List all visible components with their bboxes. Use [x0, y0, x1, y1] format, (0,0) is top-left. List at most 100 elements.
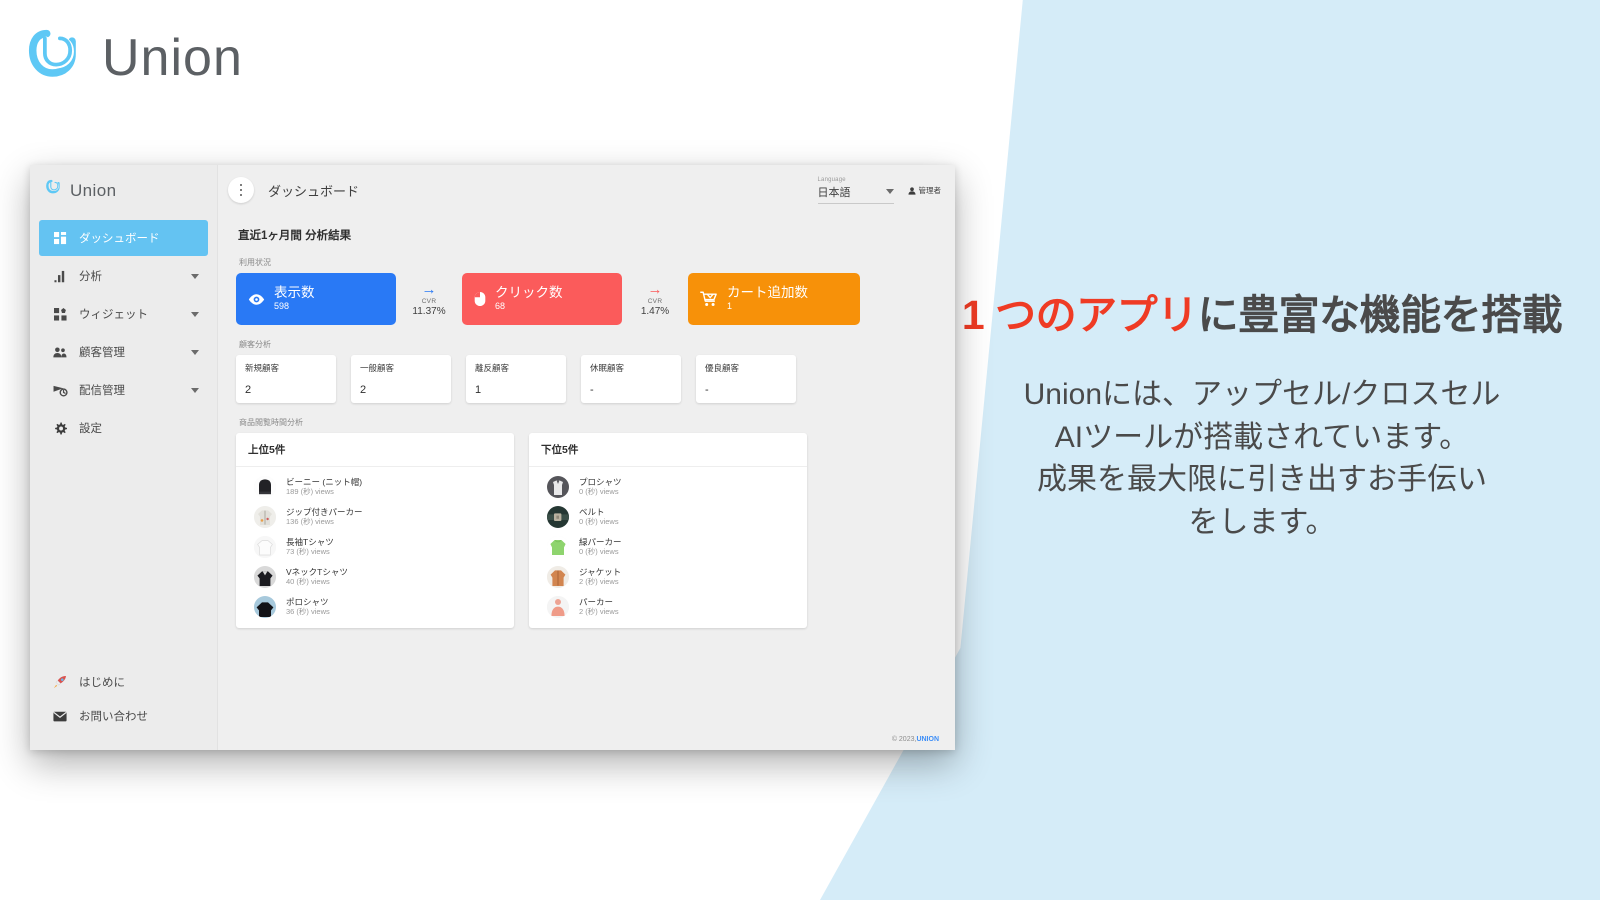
sidebar-item-label: ダッシュボード: [79, 233, 160, 245]
customer-card[interactable]: 優良顧客 -: [696, 355, 796, 403]
chevron-down-icon[interactable]: [885, 189, 894, 194]
list-item[interactable]: パーカー 2 (秒) views: [529, 592, 807, 622]
list-item[interactable]: ポロシャツ 36 (秒) views: [236, 592, 514, 622]
customer-card-value: 2: [245, 384, 252, 396]
chevron-down-icon[interactable]: [191, 387, 199, 393]
cvr-label: CVR: [647, 297, 663, 305]
user-menu[interactable]: 管理者: [907, 182, 941, 200]
product-name: ジャケット: [579, 566, 622, 577]
product-thumbnail: [547, 566, 569, 588]
list-item[interactable]: ジップ付きパーカー 136 (秒) views: [236, 502, 514, 532]
person-icon: [907, 182, 916, 200]
list-item[interactable]: プロシャツ 0 (秒) views: [529, 472, 807, 502]
copyright-text: © 2023,: [891, 735, 917, 743]
promo-headline: 1 つのアプリに豊富な機能を搭載: [952, 290, 1572, 340]
kpi-value: 598: [274, 300, 290, 311]
kpi-card-clicks[interactable]: クリック数 68: [462, 273, 622, 325]
list-item[interactable]: ビーニー (ニット帽) 189 (秒) views: [236, 472, 514, 502]
kebab-dot: [239, 188, 243, 192]
analysis-section-title: 直近1ヶ月間 分析結果: [238, 230, 352, 242]
page-title: ダッシュボード: [268, 183, 360, 199]
cvr-value: 11.37%: [412, 305, 446, 317]
sidebar-item-settings[interactable]: 設定: [39, 410, 208, 446]
language-select-control[interactable]: 日本語: [817, 184, 894, 204]
list-item[interactable]: ジャケット 2 (秒) views: [529, 562, 807, 592]
product-thumbnail: [547, 596, 569, 618]
product-info: プロシャツ 0 (秒) views: [579, 477, 622, 497]
sidebar-brand: Union: [30, 165, 217, 214]
sidebar-item-label: 配信管理: [79, 385, 125, 397]
customer-card-value: -: [590, 384, 594, 396]
people-icon: [47, 346, 73, 359]
kebab-menu-icon[interactable]: [228, 177, 254, 203]
sidebar-item-contact[interactable]: お問い合わせ: [39, 700, 208, 732]
customer-card-label: 休眠顧客: [590, 363, 625, 373]
product-panel-bottom5: 下位5件 プロシャツ 0 (秒) views ベルト 0 (秒) views 緑…: [529, 433, 807, 628]
product-panel-top5: 上位5件 ビーニー (ニット帽) 189 (秒) views ジップ付きパーカー…: [236, 433, 514, 628]
chevron-down-icon[interactable]: [191, 311, 199, 317]
language-selector[interactable]: Language 日本語: [817, 177, 894, 204]
list-item[interactable]: VネックTシャツ 40 (秒) views: [236, 562, 514, 592]
list-item[interactable]: ベルト 0 (秒) views: [529, 502, 807, 532]
customer-card[interactable]: 離反顧客 1: [466, 355, 566, 403]
product-info: ポロシャツ 36 (秒) views: [286, 597, 330, 617]
sidebar-item-dashboard[interactable]: ダッシュボード: [39, 220, 208, 256]
chevron-down-icon[interactable]: [191, 273, 199, 279]
list-item[interactable]: 長袖Tシャツ 73 (秒) views: [236, 532, 514, 562]
kpi-text: 表示数 598: [274, 285, 315, 312]
promo-headline-rest: に豊富な機能を搭載: [1197, 292, 1563, 338]
kpi-row: 表示数 598 → CVR 11.37% クリック数 68 → CVR 1.47…: [236, 273, 937, 325]
customer-card[interactable]: 休眠顧客 -: [581, 355, 681, 403]
promo-block: 1 つのアプリに豊富な機能を搭載 Unionには、アップセル/クロスセル AIツ…: [952, 290, 1572, 544]
list-item[interactable]: 緑パーカー 0 (秒) views: [529, 532, 807, 562]
kpi-value: 68: [495, 300, 506, 311]
main-panel: ダッシュボード Language 日本語 管理者 直近1ヶ月間 分析結果 利用状…: [218, 165, 955, 750]
promo-headline-highlight: 1 つのアプリ: [961, 292, 1198, 338]
product-name: プロシャツ: [579, 476, 622, 487]
product-name: VネックTシャツ: [286, 566, 348, 577]
sidebar-item-customers[interactable]: 顧客管理: [39, 334, 208, 370]
cart-icon: [700, 291, 718, 307]
product-views: 2 (秒) views: [579, 607, 619, 617]
product-name: パーカー: [579, 596, 614, 607]
product-views: 0 (秒) views: [579, 547, 619, 557]
sidebar-item-widget[interactable]: ウィジェット: [39, 296, 208, 332]
mouse-icon: [474, 291, 486, 307]
product-thumbnail: [547, 506, 569, 528]
kpi-card-views[interactable]: 表示数 598: [236, 273, 396, 325]
customer-card[interactable]: 新規顧客 2: [236, 355, 336, 403]
product-views: 2 (秒) views: [579, 577, 619, 587]
product-name: ジップ付きパーカー: [286, 506, 363, 517]
customer-card-value: -: [705, 384, 709, 396]
mail-icon: [47, 711, 73, 722]
product-info: ジップ付きパーカー 136 (秒) views: [286, 507, 363, 527]
kpi-text: カート追加数 1: [727, 285, 808, 312]
dashboard-app-window: Union ダッシュボード 分析 ウィジェット 顧客管理 配信管理 設定 はじめ…: [30, 165, 955, 750]
product-panel-title: 上位5件: [236, 433, 514, 467]
chevron-down-icon[interactable]: [191, 349, 199, 355]
usage-group-label: 利用状況: [239, 258, 271, 267]
sidebar-item-analysis[interactable]: 分析: [39, 258, 208, 294]
product-thumbnail: [254, 566, 276, 588]
promo-body: Unionには、アップセル/クロスセル AIツールが搭載されています。 成果を最…: [1023, 378, 1501, 539]
sidebar-item-delivery[interactable]: 配信管理: [39, 372, 208, 408]
brand-wordmark: Union: [102, 29, 243, 87]
copyright-brand: UNION: [916, 735, 939, 743]
product-thumbnail: [254, 596, 276, 618]
customer-card-row: 新規顧客 2 一般顧客 2 離反顧客 1 休眠顧客 - 優良顧客 -: [236, 355, 937, 403]
sidebar-bottom-nav: はじめに お問い合わせ: [30, 666, 217, 750]
customer-card-label: 離反顧客: [475, 363, 510, 373]
product-views: 73 (秒) views: [286, 547, 330, 557]
customer-card[interactable]: 一般顧客 2: [351, 355, 451, 403]
sidebar-item-label: 設定: [79, 423, 102, 435]
gear-icon: [47, 422, 73, 435]
product-thumbnail: [254, 536, 276, 558]
sidebar-item-getting-started[interactable]: はじめに: [39, 666, 208, 698]
eye-icon: [248, 293, 265, 306]
product-name: ビーニー (ニット帽): [286, 476, 363, 487]
dashboard-content: 直近1ヶ月間 分析結果 利用状況 表示数 598 → CVR 11.37% クリ…: [218, 215, 955, 728]
kpi-card-cart-adds[interactable]: カート追加数 1: [688, 273, 860, 325]
product-views: 0 (秒) views: [579, 517, 619, 527]
product-panel-row: 上位5件 ビーニー (ニット帽) 189 (秒) views ジップ付きパーカー…: [236, 433, 937, 628]
union-logo-icon-small: [46, 179, 63, 202]
